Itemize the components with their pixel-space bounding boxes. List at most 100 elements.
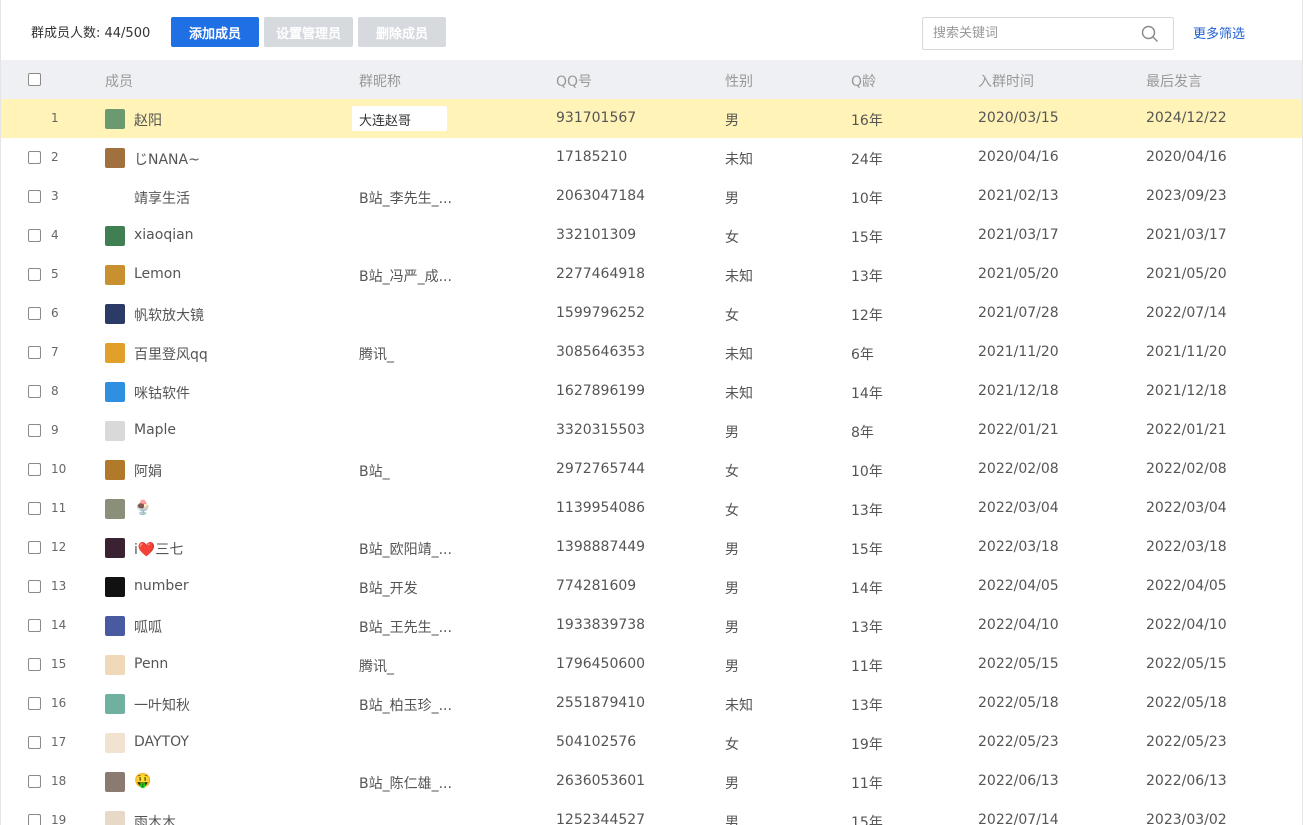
more-filter-link[interactable]: 更多筛选 <box>1193 23 1245 42</box>
row-checkbox[interactable] <box>28 385 41 398</box>
table-row[interactable]: 18 🤑 B站_陈仁雄_... 2636053601 男 11年 2022/06/13 202… <box>1 762 1302 801</box>
row-checkbox[interactable] <box>28 580 41 593</box>
table-row[interactable]: 1 赵阳 大连赵哥 931701567 男 16年 2020/03/15 2024/12/22 <box>1 99 1302 138</box>
table-row[interactable]: 2 じNANA~ 17185210 未知 24年 2020/04/16 2020/04/16 <box>1 138 1302 177</box>
member-name[interactable]: 🤑 <box>134 773 151 789</box>
member-name[interactable]: 靖享生活 <box>134 188 190 208</box>
member-name[interactable]: 百里登风qq <box>134 344 208 364</box>
qq-age: 12年 <box>851 308 883 324</box>
member-name[interactable]: i❤️三七 <box>134 539 183 559</box>
qq-number: 2636053601 <box>556 773 646 789</box>
avatar <box>105 265 125 285</box>
member-name[interactable]: 呱呱 <box>134 617 162 637</box>
row-checkbox[interactable] <box>28 307 41 320</box>
member-manager: 群成员人数: 44/500 添加成员 设置管理员 删除成员 更多筛选 成员 群昵… <box>0 0 1303 825</box>
search-input[interactable] <box>933 18 1133 49</box>
last-speak-time: 2022/05/23 <box>1146 734 1227 750</box>
last-speak-time: 2021/05/20 <box>1146 266 1227 282</box>
member-name[interactable]: じNANA~ <box>134 149 200 169</box>
member-name[interactable]: 帆软放大镜 <box>134 305 204 325</box>
search-box <box>922 17 1174 50</box>
search-icon[interactable] <box>1141 25 1159 43</box>
gender: 女 <box>725 464 739 480</box>
set-admin-button[interactable]: 设置管理员 <box>264 17 353 47</box>
avatar <box>105 694 125 714</box>
table-row[interactable]: 12 i❤️三七 B站_欧阳靖_... 1398887449 男 15年 2022/03/1… <box>1 528 1302 567</box>
gender: 男 <box>725 659 739 675</box>
table-row[interactable]: 6 帆软放大镜 1599796252 女 12年 2021/07/28 2022/07/14 <box>1 294 1302 333</box>
row-checkbox[interactable] <box>28 814 41 825</box>
toolbar: 群成员人数: 44/500 添加成员 设置管理员 删除成员 更多筛选 <box>1 0 1302 60</box>
table-header: 成员 群昵称 QQ号 性别 Q龄 入群时间 最后发言 <box>1 60 1302 99</box>
row-checkbox[interactable] <box>28 658 41 671</box>
qq-number: 774281609 <box>556 578 637 594</box>
delete-member-button[interactable]: 删除成员 <box>358 17 446 47</box>
gender: 女 <box>725 308 739 324</box>
header-last-speak: 最后发言 <box>1146 74 1202 90</box>
table-row[interactable]: 13 number B站_开发 774281609 男 14年 2022/04/05 2022… <box>1 567 1302 606</box>
qq-age: 15年 <box>851 230 883 246</box>
avatar <box>105 655 125 675</box>
row-checkbox[interactable] <box>28 151 41 164</box>
row-checkbox[interactable] <box>28 619 41 632</box>
join-time: 2020/04/16 <box>978 149 1059 165</box>
avatar <box>105 538 125 558</box>
last-speak-time: 2022/03/18 <box>1146 539 1227 555</box>
nickname: B站_李先生_... <box>359 191 452 207</box>
member-name[interactable]: 赵阳 <box>134 110 162 130</box>
qq-number: 2277464918 <box>556 266 646 282</box>
table-row[interactable]: 4 xiaoqian 332101309 女 15年 2021/03/17 2021/03/… <box>1 216 1302 255</box>
member-name[interactable]: 咪钴软件 <box>134 383 190 403</box>
last-speak-time: 2021/03/17 <box>1146 227 1227 243</box>
table-row[interactable]: 10 阿娟 B站_ 2972765744 女 10年 2022/02/08 2022/02/0… <box>1 450 1302 489</box>
row-checkbox[interactable] <box>28 190 41 203</box>
row-checkbox[interactable] <box>28 736 41 749</box>
gender: 男 <box>725 776 739 792</box>
join-time: 2021/12/18 <box>978 383 1059 399</box>
qq-age: 15年 <box>851 542 883 558</box>
row-checkbox[interactable] <box>28 541 41 554</box>
row-checkbox[interactable] <box>28 229 41 242</box>
qq-number: 3320315503 <box>556 422 646 438</box>
member-name[interactable]: xiaoqian <box>134 227 194 243</box>
member-name[interactable]: Penn <box>134 656 168 672</box>
qq-age: 14年 <box>851 386 883 402</box>
table-row[interactable]: 11 🍨 1139954086 女 13年 2022/03/04 2022/03/04 <box>1 489 1302 528</box>
gender: 男 <box>725 113 739 129</box>
row-checkbox[interactable] <box>28 775 41 788</box>
member-name[interactable]: number <box>134 578 189 594</box>
table-row[interactable]: 7 百里登风qq 腾讯_ 3085646353 未知 6年 2021/11/20 2021/1… <box>1 333 1302 372</box>
nickname: B站_柏玉珍_... <box>359 698 452 714</box>
table-row[interactable]: 5 Lemon B站_冯严_成... 2277464918 未知 13年 2021/05/2… <box>1 255 1302 294</box>
table-row[interactable]: 17 DAYTOY 504102576 女 19年 2022/05/23 2022/05/2… <box>1 723 1302 762</box>
member-name[interactable]: Lemon <box>134 266 181 282</box>
table-row[interactable]: 19 雨木木 1252344527 男 15年 2022/07/14 2023/03/02 <box>1 801 1302 825</box>
table-row[interactable]: 15 Penn 腾讯_ 1796450600 男 11年 2022/05/15 2022/05… <box>1 645 1302 684</box>
row-checkbox[interactable] <box>28 268 41 281</box>
row-checkbox[interactable] <box>28 346 41 359</box>
member-name[interactable]: 阿娟 <box>134 461 162 481</box>
member-name[interactable]: Maple <box>134 422 176 438</box>
qq-age: 10年 <box>851 464 883 480</box>
table-row[interactable]: 9 Maple 3320315503 男 8年 2022/01/21 2022/01/21 <box>1 411 1302 450</box>
qq-number: 1139954086 <box>556 500 646 516</box>
member-name[interactable]: 雨木木 <box>134 812 176 825</box>
member-name[interactable]: DAYTOY <box>134 734 189 750</box>
member-name[interactable]: 🍨 <box>134 500 151 516</box>
row-checkbox[interactable] <box>28 502 41 515</box>
header-gender: 性别 <box>725 74 753 90</box>
qq-number: 17185210 <box>556 149 628 165</box>
join-time: 2022/07/14 <box>978 812 1059 825</box>
row-checkbox[interactable] <box>28 463 41 476</box>
add-member-button[interactable]: 添加成员 <box>171 17 259 47</box>
table-row[interactable]: 14 呱呱 B站_王先生_... 1933839738 男 13年 2022/04/10 20… <box>1 606 1302 645</box>
nickname-edit-field[interactable]: 大连赵哥 <box>352 106 447 131</box>
table-row[interactable]: 3 靖享生活 B站_李先生_... 2063047184 男 10年 2021/02/13 2… <box>1 177 1302 216</box>
table-row[interactable]: 8 咪钴软件 1627896199 未知 14年 2021/12/18 2021/12/18 <box>1 372 1302 411</box>
table-row[interactable]: 16 一叶知秋 B站_柏玉珍_... 2551879410 未知 13年 2022/05/1… <box>1 684 1302 723</box>
join-time: 2022/04/10 <box>978 617 1059 633</box>
row-checkbox[interactable] <box>28 424 41 437</box>
row-checkbox[interactable] <box>28 697 41 710</box>
select-all-checkbox[interactable] <box>28 73 41 86</box>
member-name[interactable]: 一叶知秋 <box>134 695 190 715</box>
